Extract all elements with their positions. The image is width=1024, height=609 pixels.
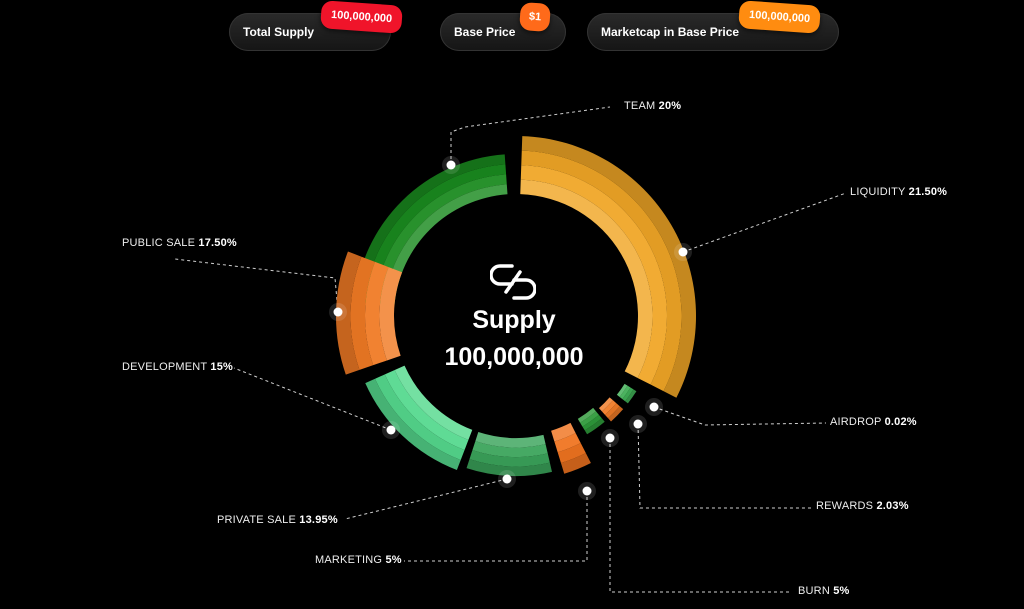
slice-burn [577,407,605,435]
connector-line [609,438,792,593]
label-airdrop: AIRDROP 0.02% [830,416,917,428]
label-dot [386,425,396,435]
label-development: DEVELOPMENT 15% [122,361,234,373]
label-dot [502,474,512,484]
label-liquidity: LIQUIDITY 21.50% [850,186,948,198]
connector-line [344,478,508,520]
slice-airdrop [616,383,637,404]
label-dot [446,160,456,170]
supply-donut-chart [174,106,847,593]
label-dot [582,486,592,496]
connector-line [174,258,339,313]
slice-private-sale [466,432,552,476]
label-dot [633,419,643,429]
center-title: Supply [472,306,556,334]
label-team: TEAM 20% [624,100,682,112]
label-rewards: REWARDS 2.03% [816,500,909,512]
connector-line [682,192,847,253]
connector-line [637,423,812,509]
label-dot [333,307,343,317]
label-dot [605,433,615,443]
label-public-sale: PUBLIC SALE 17.50% [122,237,237,249]
label-burn: BURN 5% [798,585,850,597]
label-marketing: MARKETING 5% [315,554,402,566]
center-value: 100,000,000 [444,343,584,371]
label-dot [678,247,688,257]
connector-line [653,406,827,426]
connector-line [404,491,588,562]
slice-development [365,365,473,471]
label-dot [649,402,659,412]
label-private-sale: PRIVATE SALE 13.95% [217,514,338,526]
connector-line [233,367,392,431]
slice-rewards [598,397,624,422]
logo-icon [490,264,536,300]
